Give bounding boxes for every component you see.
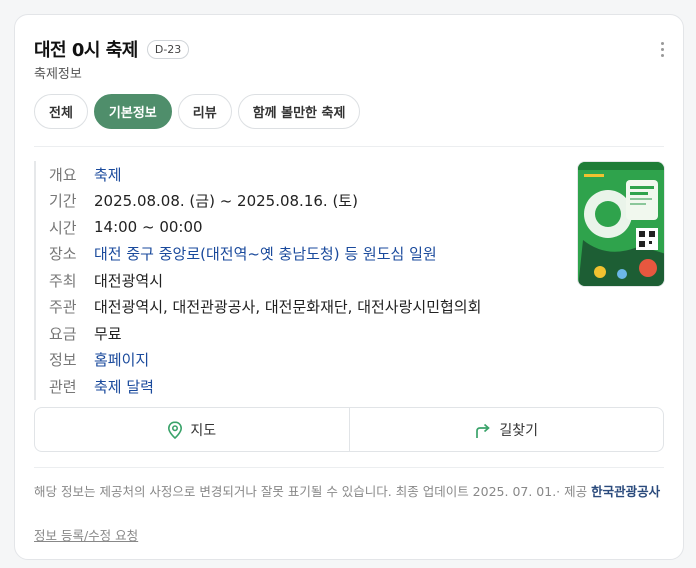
directions-arrow-icon xyxy=(476,423,491,438)
report-correction-link[interactable]: 정보 등록/수정 요청 xyxy=(34,525,138,544)
info-label: 개요 xyxy=(49,165,77,184)
map-button-label: 지도 xyxy=(190,422,217,439)
divider xyxy=(34,146,664,147)
directions-button[interactable]: 길찾기 xyxy=(348,408,664,451)
divider xyxy=(34,467,664,468)
title-row: 대전 0시 축제 D-23 xyxy=(34,36,190,62)
info-row-time: 시간 14:00 ~ 00:00 xyxy=(49,214,554,241)
tab-bar: 전체 기본정보 리뷰 함께 볼만한 축제 xyxy=(34,94,361,129)
action-bar: 지도 길찾기 xyxy=(34,407,664,452)
host-value: 대전광역시 xyxy=(94,271,164,290)
festival-info-card: 대전 0시 축제 D-23 축제정보 전체 기본정보 리뷰 함께 볼만한 축제 … xyxy=(14,14,684,560)
info-row-location: 장소 대전 중구 중앙로(대전역~옛 충남도청) 등 원도심 일원 xyxy=(49,241,554,268)
time-value: 14:00 ~ 00:00 xyxy=(94,218,203,237)
tab-all[interactable]: 전체 xyxy=(34,94,88,129)
page-title[interactable]: 대전 0시 축제 xyxy=(34,36,138,62)
info-row-host: 주최 대전광역시 xyxy=(49,267,554,294)
info-row-fee: 요금 무료 xyxy=(49,320,554,347)
map-button[interactable]: 지도 xyxy=(35,408,349,451)
overview-link[interactable]: 축제 xyxy=(94,164,122,185)
tab-reviews[interactable]: 리뷰 xyxy=(177,94,232,129)
update-notice: 해당 정보는 제공처의 사정으로 변경되거나 잘못 표기될 수 있습니다. 최종… xyxy=(34,482,666,501)
homepage-link[interactable]: 홈페이지 xyxy=(94,349,149,370)
info-row-overview: 개요 축제 xyxy=(49,161,554,188)
source-link[interactable]: 한국관광공사 xyxy=(591,484,660,499)
info-row-period: 기간 2025.08.08. (금) ~ 2025.08.16. (토) xyxy=(49,188,554,215)
subtitle: 축제정보 xyxy=(34,67,82,82)
info-row-organizer: 주관 대전광역시, 대전관광공사, 대전문화재단, 대전사랑시민협의회 xyxy=(49,294,554,321)
festival-calendar-link[interactable]: 축제 달력 xyxy=(94,376,154,397)
poster-graphic xyxy=(578,162,664,286)
location-link[interactable]: 대전 중구 중앙로(대전역~옛 충남도청) 등 원도심 일원 xyxy=(94,243,437,264)
info-label: 장소 xyxy=(49,245,77,264)
info-row-related: 관련 축제 달력 xyxy=(49,373,554,400)
more-options-icon[interactable] xyxy=(661,42,665,58)
tab-related-festivals[interactable]: 함께 볼만한 축제 xyxy=(237,94,361,129)
dday-badge: D-23 xyxy=(146,39,190,59)
info-label: 요금 xyxy=(49,324,77,343)
info-label: 시간 xyxy=(49,218,77,237)
info-list: 개요 축제 기간 2025.08.08. (금) ~ 2025.08.16. (… xyxy=(34,161,554,400)
map-pin-icon xyxy=(168,420,183,439)
info-label: 정보 xyxy=(49,351,77,370)
period-value: 2025.08.08. (금) ~ 2025.08.16. (토) xyxy=(94,192,358,211)
info-label: 관련 xyxy=(49,377,77,396)
info-row-info: 정보 홈페이지 xyxy=(49,347,554,374)
festival-poster-image[interactable] xyxy=(577,161,665,287)
info-label: 기간 xyxy=(49,192,77,211)
fee-value: 무료 xyxy=(94,324,122,343)
info-label: 주최 xyxy=(49,271,77,290)
organizer-value: 대전광역시, 대전관광공사, 대전문화재단, 대전사랑시민협의회 xyxy=(94,298,482,317)
tab-basic-info[interactable]: 기본정보 xyxy=(93,94,172,129)
info-label: 주관 xyxy=(49,298,77,317)
directions-button-label: 길찾기 xyxy=(499,422,539,439)
notice-text: 해당 정보는 제공처의 사정으로 변경되거나 잘못 표기될 수 있습니다. 최종… xyxy=(34,484,592,499)
